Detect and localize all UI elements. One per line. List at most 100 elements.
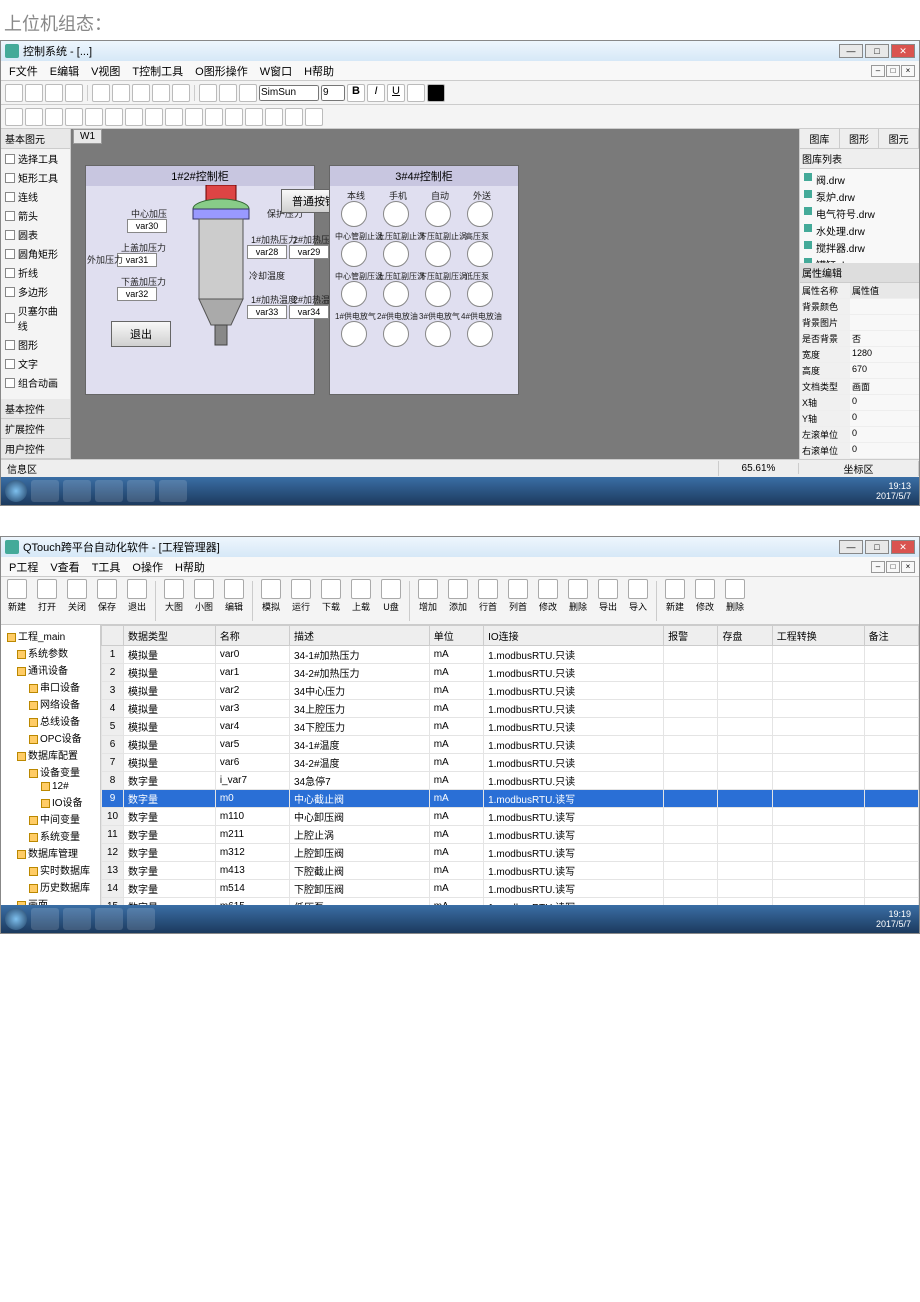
shape-tool-icon[interactable]	[5, 108, 23, 126]
col-header[interactable]: 备注	[864, 626, 918, 646]
bigtool-下载[interactable]: 下载	[317, 579, 345, 613]
indicator[interactable]	[467, 241, 493, 267]
bigtool-小图[interactable]: 小图	[190, 579, 218, 613]
indicator[interactable]	[341, 281, 367, 307]
indicator[interactable]	[341, 201, 367, 227]
mdi-min[interactable]: –	[871, 65, 885, 77]
tree-node[interactable]: 通讯设备	[3, 661, 98, 678]
bigtool-导入[interactable]: 导入	[624, 579, 652, 613]
col-header[interactable]: 数据类型	[124, 626, 216, 646]
mdi-min[interactable]: –	[871, 561, 885, 573]
list-item[interactable]: 泵炉.drw	[802, 188, 917, 205]
list-item[interactable]: 罐缸.drw	[802, 256, 917, 263]
bigtool-打开[interactable]: 打开	[33, 579, 61, 613]
clock[interactable]: 19:13 2017/5/7	[872, 481, 915, 501]
task-button[interactable]	[127, 908, 155, 930]
table-row[interactable]: 15数字量m615低压泵mA1.modbusRTU.读写	[102, 898, 919, 906]
menu-tools[interactable]: T工具	[88, 558, 125, 576]
menu-view[interactable]: V视图	[87, 62, 124, 80]
table-row[interactable]: 11数字量m211上腔止涡mA1.modbusRTU.读写	[102, 826, 919, 844]
menu-help[interactable]: H帮助	[300, 62, 338, 80]
task-button[interactable]	[127, 480, 155, 502]
shape-tool-icon[interactable]	[265, 108, 283, 126]
col-header[interactable]	[102, 626, 124, 646]
close-button[interactable]: ✕	[891, 44, 915, 58]
shape-tool-icon[interactable]	[285, 108, 303, 126]
tool-color-icon[interactable]	[427, 84, 445, 102]
shape-tool-icon[interactable]	[205, 108, 223, 126]
tree-node[interactable]: 网络设备	[3, 695, 98, 712]
tool-gauge[interactable]: 圆表	[1, 225, 70, 244]
menu-operate[interactable]: O操作	[128, 558, 167, 576]
tool-align-icon[interactable]	[407, 84, 425, 102]
tool-new-icon[interactable]	[5, 84, 23, 102]
font-size-input[interactable]	[321, 85, 345, 101]
shape-tool-icon[interactable]	[225, 108, 243, 126]
font-family-input[interactable]	[259, 85, 319, 101]
tool-group-anim[interactable]: 组合动画	[1, 373, 70, 392]
toolbox-footer-user[interactable]: 用户控件	[1, 439, 70, 459]
col-header[interactable]: 报警	[664, 626, 718, 646]
rtab-graphic[interactable]: 图形	[840, 129, 880, 148]
bigtool-导出[interactable]: 导出	[594, 579, 622, 613]
bigtool-列首[interactable]: 列首	[504, 579, 532, 613]
indicator[interactable]	[425, 281, 451, 307]
bigtool-新建[interactable]: 新建	[3, 579, 31, 613]
shape-tool-icon[interactable]	[25, 108, 43, 126]
bigtool-新建[interactable]: 新建	[661, 579, 689, 613]
list-item[interactable]: 阀.drw	[802, 171, 917, 188]
design-canvas[interactable]: W1 1#2#控制柜 中心加压 var30 上盖加压力 var31 下盖加压力 …	[71, 129, 799, 459]
tool-bold-icon[interactable]: B	[347, 84, 365, 102]
indicator[interactable]	[425, 241, 451, 267]
tool-zoomfit-icon[interactable]	[239, 84, 257, 102]
tool-zoomin-icon[interactable]	[199, 84, 217, 102]
exit-button[interactable]: 退出	[111, 321, 171, 347]
indicator[interactable]	[383, 201, 409, 227]
data-grid[interactable]: 数据类型名称描述单位IO连接报警存盘工程转换备注1模拟量var034-1#加热压…	[101, 625, 919, 905]
tree-node[interactable]: 实时数据库	[3, 861, 98, 878]
tree-node[interactable]: 总线设备	[3, 712, 98, 729]
tool-paste-icon[interactable]	[132, 84, 150, 102]
bigtool-退出[interactable]: 退出	[123, 579, 151, 613]
task-button[interactable]	[159, 480, 187, 502]
tool-undo-icon[interactable]	[152, 84, 170, 102]
table-row[interactable]: 6模拟量var534-1#温度mA1.modbusRTU.只读	[102, 736, 919, 754]
close-button[interactable]: ✕	[891, 540, 915, 554]
shape-tool-icon[interactable]	[165, 108, 183, 126]
tool-line[interactable]: 连线	[1, 187, 70, 206]
bigtool-删除[interactable]: 删除	[564, 579, 592, 613]
toolbox-footer-ext[interactable]: 扩展控件	[1, 419, 70, 439]
col-header[interactable]: IO连接	[484, 626, 664, 646]
bigtool-大图[interactable]: 大图	[160, 579, 188, 613]
col-header[interactable]: 描述	[289, 626, 429, 646]
task-button[interactable]	[63, 908, 91, 930]
tool-polygon[interactable]: 多边形	[1, 282, 70, 301]
shape-tool-icon[interactable]	[305, 108, 323, 126]
tool-redo-icon[interactable]	[172, 84, 190, 102]
table-row[interactable]: 5模拟量var434下腔压力mA1.modbusRTU.只读	[102, 718, 919, 736]
tree-node[interactable]: OPC设备	[3, 729, 98, 746]
list-item[interactable]: 搅拌器.drw	[802, 239, 917, 256]
col-header[interactable]: 存盘	[718, 626, 772, 646]
tool-zoomout-icon[interactable]	[219, 84, 237, 102]
bigtool-编辑[interactable]: 编辑	[220, 579, 248, 613]
toolbox-footer-basic[interactable]: 基本控件	[1, 399, 70, 419]
indicator[interactable]	[341, 241, 367, 267]
tool-cut-icon[interactable]	[92, 84, 110, 102]
tree-node[interactable]: 系统参数	[3, 644, 98, 661]
col-header[interactable]: 单位	[429, 626, 483, 646]
bigtool-修改[interactable]: 修改	[691, 579, 719, 613]
indicator[interactable]	[467, 201, 493, 227]
mdi-close[interactable]: ×	[901, 65, 915, 77]
minimize-button[interactable]: —	[839, 44, 863, 58]
bigtool-关闭[interactable]: 关闭	[63, 579, 91, 613]
start-button[interactable]	[5, 480, 27, 502]
indicator[interactable]	[383, 241, 409, 267]
tree-node[interactable]: IO设备	[3, 793, 98, 810]
indicator[interactable]	[467, 321, 493, 347]
shape-tool-icon[interactable]	[85, 108, 103, 126]
rtab-library[interactable]: 图库	[800, 129, 840, 148]
tool-bezier[interactable]: 贝塞尔曲线	[1, 301, 70, 335]
table-row[interactable]: 14数字量m514下腔卸压阀mA1.modbusRTU.读写	[102, 880, 919, 898]
indicator[interactable]	[383, 281, 409, 307]
